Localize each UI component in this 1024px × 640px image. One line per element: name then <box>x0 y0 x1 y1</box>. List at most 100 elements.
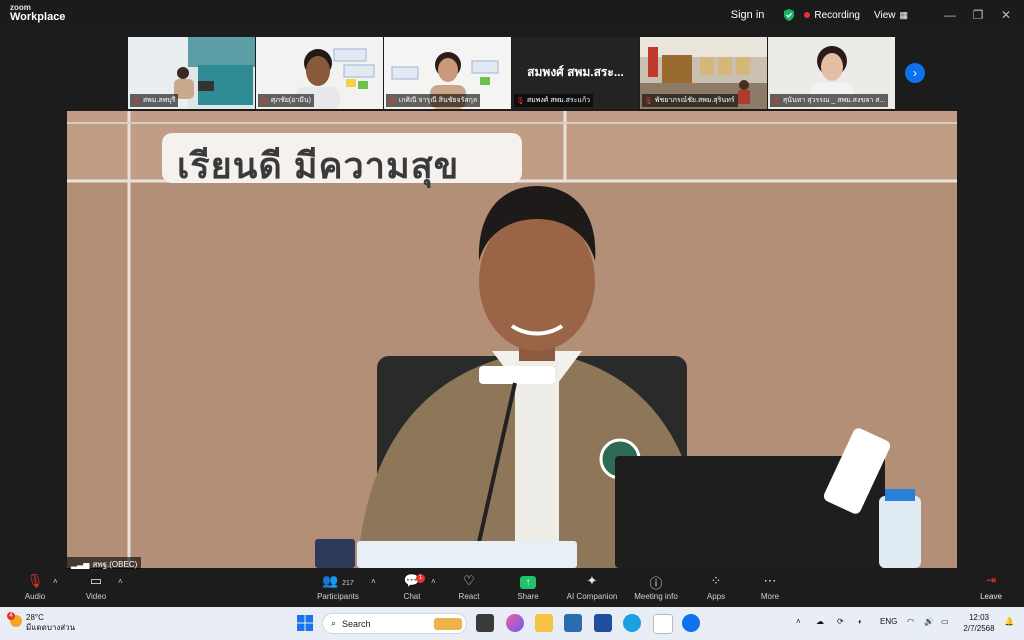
video-options-chevron-icon[interactable]: ˄ <box>118 577 123 586</box>
volume-icon[interactable]: 🔊 <box>924 617 934 626</box>
chat-options-chevron-icon[interactable]: ˄ <box>431 577 436 586</box>
system-clock[interactable]: 12:03 2/7/2568 <box>958 612 1000 634</box>
heart-icon: ♡ <box>463 573 475 588</box>
battery-icon[interactable]: ▭ <box>941 617 949 626</box>
participant-tile[interactable]: 🎙 สุนันทา สุวรรณ _ สพม.สงขลา ส... <box>768 37 895 109</box>
leave-button[interactable]: ⇥ Leave <box>976 573 1006 601</box>
onedrive-cloud-icon[interactable]: ☁ <box>816 617 824 626</box>
participant-tile[interactable]: 🎙 เกศิณี จารุณี สินชัยจรัสกุล <box>384 37 511 109</box>
leave-label: Leave <box>980 592 1002 601</box>
active-speaker-video: เรียนดี มีความสุข <box>67 111 957 568</box>
meeting-info-label: Meeting info <box>634 592 678 601</box>
participants-options-chevron-icon[interactable]: ˄ <box>371 577 376 586</box>
zoom-workplace-logo: zoom Workplace <box>10 4 65 23</box>
next-page-button[interactable]: › <box>905 63 925 83</box>
chat-label: Chat <box>403 592 421 601</box>
participant-name: 🎙 พัชยาภรณ์ชัย.สพม.สุรินทร์ <box>642 94 738 107</box>
encryption-shield-icon[interactable] <box>782 8 796 22</box>
meeting-info-button[interactable]: ⓘ Meeting info <box>626 573 686 601</box>
recording-indicator[interactable]: Recording <box>804 10 860 21</box>
participants-icon: 👥 <box>322 573 339 588</box>
sync-icon[interactable]: ⟳ <box>837 617 844 626</box>
recording-label: Recording <box>814 9 860 21</box>
participants-label: Participants <box>317 592 359 601</box>
apps-icon: ⁘ <box>710 573 722 588</box>
clock-time: 12:03 <box>968 613 990 622</box>
title-bar: zoom Workplace Sign in Recording View ▦ … <box>0 0 1024 30</box>
logo-line-2: Workplace <box>10 11 66 23</box>
video-camera-icon: ▭ <box>89 573 103 588</box>
participant-name-text: เกศิณี จารุณี สินชัยจรัสกุล <box>398 97 478 104</box>
edge-browser-icon[interactable] <box>623 614 641 632</box>
sparkle-icon: ✦ <box>586 573 598 588</box>
participant-tile[interactable]: 🎙 ศุภชัย(อามีน) <box>256 37 383 109</box>
banner-sign-text: เรียนดี มีความสุข <box>177 145 460 186</box>
participant-avatar-name: สมพงศ์ สพม.สระ... <box>527 65 624 79</box>
share-button[interactable]: ↑ Share <box>498 573 558 601</box>
chevron-right-icon: › <box>913 66 917 80</box>
windows-start-icon[interactable] <box>296 614 314 632</box>
grid-view-icon: ▦ <box>899 9 908 20</box>
participant-tile[interactable]: 🎙 พัชยาภรณ์ชัย.สพม.สุรินทร์ <box>640 37 767 109</box>
muted-mic-icon: 🎙 <box>644 97 653 105</box>
weather-widget[interactable]: 4 28°C มีแดดบางส่วน <box>7 612 76 633</box>
ai-companion-label: AI Companion <box>566 592 618 601</box>
search-icon: ⌕ <box>331 618 337 628</box>
weather-sun-icon: 4 <box>7 612 22 627</box>
participant-name: 🎙 สพม.ลพบุรี <box>130 94 179 107</box>
task-view-icon[interactable] <box>476 614 494 632</box>
participant-gallery-strip: 🎙 สพม.ลพบุรี 🎙 ศุภชัย(อามีน) 🎙 เกศิณี จารุณ… <box>128 37 896 109</box>
recording-dot-icon <box>804 12 811 18</box>
sign-in-button[interactable]: Sign in <box>723 6 773 24</box>
participant-name: 🎙 สุนันทา สุวรรณ _ สพม.สงขลา ส... <box>770 94 889 107</box>
apps-label: Apps <box>706 592 726 601</box>
restore-icon[interactable]: ❐ <box>964 8 992 22</box>
view-label: View <box>873 9 896 21</box>
muted-mic-icon: 🎙 <box>516 97 525 105</box>
apps-button[interactable]: ⁘ Apps <box>686 573 746 601</box>
participant-name: 🎙 สมพงศ์ สพม.สระแก้ว <box>514 94 594 107</box>
store-icon[interactable] <box>564 614 582 632</box>
clock-date: 2/7/2568 <box>963 624 995 633</box>
participant-tile[interactable]: 🎙 สพม.ลพบุรี <box>128 37 255 109</box>
zoom-app-icon[interactable] <box>682 614 700 632</box>
notifications-bell-icon[interactable]: 🔔 <box>1004 617 1014 626</box>
document-icon[interactable] <box>653 614 673 634</box>
share-label: Share <box>517 592 539 601</box>
windows-taskbar: 4 28°C มีแดดบางส่วน ⌕ Search ˄ ☁ ⟳ ◐ ENG… <box>0 607 1024 640</box>
search-highlight-icon <box>434 617 462 630</box>
tray-overflow-chevron-icon[interactable]: ˄ <box>796 617 801 626</box>
weather-description: มีแดดบางส่วน <box>26 623 76 632</box>
minimize-icon[interactable]: — <box>936 8 964 22</box>
wifi-icon[interactable]: ◠ <box>907 617 914 626</box>
copilot-icon[interactable] <box>506 614 524 632</box>
participant-name: 🎙 เกศิณี จารุณี สินชัยจรัสกุล <box>386 94 481 107</box>
more-ellipsis-icon: ⋯ <box>763 573 777 588</box>
file-explorer-icon[interactable] <box>535 614 553 632</box>
app-icon[interactable] <box>594 614 612 632</box>
language-indicator[interactable]: ENG <box>880 617 897 626</box>
participant-name: 🎙 ศุภชัย(อามีน) <box>258 94 314 107</box>
view-button[interactable]: View ▦ <box>874 10 908 21</box>
signal-strength-icon: ▂▃▅ <box>71 560 90 569</box>
close-icon[interactable]: ✕ <box>992 8 1020 22</box>
tray-app-icon[interactable]: ◐ <box>858 617 863 626</box>
share-arrow-icon: ↑ <box>498 573 558 589</box>
participant-tile[interactable]: สมพงศ์ สพม.สระ... 🎙 สมพงศ์ สพม.สระแก้ว <box>512 37 639 109</box>
info-icon: ⓘ <box>649 576 663 591</box>
taskbar-search-box[interactable]: ⌕ Search <box>322 613 467 634</box>
weather-alert-badge: 4 <box>7 612 15 620</box>
react-button[interactable]: ♡ React <box>439 573 499 601</box>
more-button[interactable]: ⋯ More <box>740 573 800 601</box>
ai-companion-button[interactable]: ✦ AI Companion <box>557 573 627 601</box>
search-placeholder: Search <box>342 618 371 629</box>
participant-name-text: สมพงศ์ สพม.สระแก้ว <box>526 97 591 104</box>
meeting-toolbar: 🎙 Audio ˄ ▭ Video ˄ 👥 217 Participants ˄… <box>0 569 1024 607</box>
muted-mic-icon: 🎙 <box>132 97 141 105</box>
more-label: More <box>760 592 780 601</box>
audio-options-chevron-icon[interactable]: ˄ <box>53 577 58 586</box>
participant-name-text: พัชยาภรณ์ชัย.สพม.สุรินทร์ <box>654 97 735 104</box>
participants-count: 217 <box>342 580 354 587</box>
participants-button[interactable]: 👥 217 Participants <box>308 573 368 601</box>
video-button[interactable]: ▭ Video <box>66 573 126 601</box>
